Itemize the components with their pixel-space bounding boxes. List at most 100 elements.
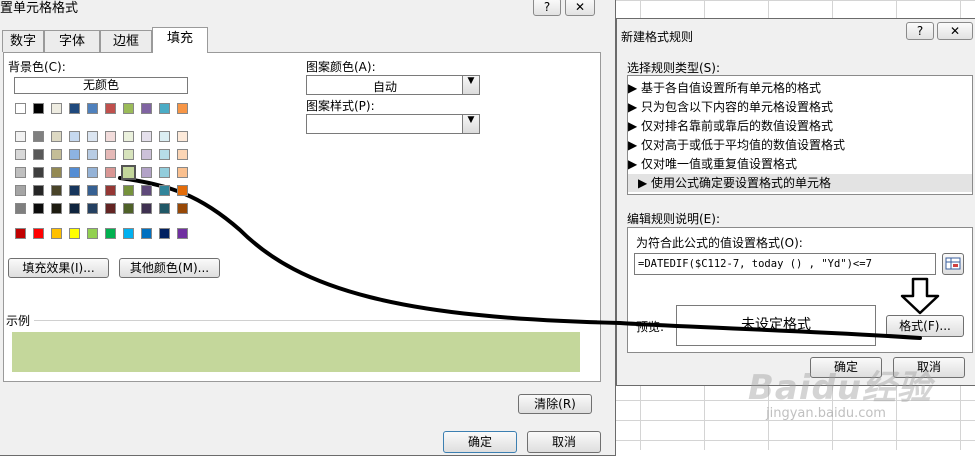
color-swatch[interactable]: [105, 131, 116, 142]
color-swatch-selected[interactable]: [121, 165, 136, 180]
color-swatch[interactable]: [105, 103, 116, 114]
color-swatch[interactable]: [141, 185, 152, 196]
color-swatch[interactable]: [15, 167, 26, 178]
tab-number[interactable]: 数字: [2, 30, 44, 52]
pattern-style-select[interactable]: ▼: [306, 114, 480, 134]
rule-type-item[interactable]: ▶ 只为包含以下内容的单元格设置格式: [628, 98, 958, 116]
color-swatch[interactable]: [33, 131, 44, 142]
color-swatch[interactable]: [159, 103, 170, 114]
color-swatch[interactable]: [105, 149, 116, 160]
color-swatch[interactable]: [51, 228, 62, 239]
color-swatch[interactable]: [69, 203, 80, 214]
color-swatch[interactable]: [33, 167, 44, 178]
color-swatch[interactable]: [105, 203, 116, 214]
color-swatch[interactable]: [69, 103, 80, 114]
color-swatch[interactable]: [51, 103, 62, 114]
color-swatch[interactable]: [69, 149, 80, 160]
color-swatch[interactable]: [87, 203, 98, 214]
color-swatch[interactable]: [51, 131, 62, 142]
color-swatch[interactable]: [69, 167, 80, 178]
pattern-style-label: 图案样式(P):: [306, 99, 375, 113]
color-swatch[interactable]: [141, 103, 152, 114]
format-button[interactable]: 格式(F)...: [886, 315, 964, 337]
color-swatch[interactable]: [87, 185, 98, 196]
color-swatch[interactable]: [159, 167, 170, 178]
tab-fill[interactable]: 填充: [152, 27, 208, 53]
color-swatch[interactable]: [33, 103, 44, 114]
color-swatch[interactable]: [141, 131, 152, 142]
color-swatch[interactable]: [123, 149, 134, 160]
color-swatch[interactable]: [105, 228, 116, 239]
rule-type-text: 仅对唯一值或重复值设置格式: [641, 157, 798, 171]
color-swatch[interactable]: [87, 131, 98, 142]
color-swatch[interactable]: [177, 203, 188, 214]
rule-type-item[interactable]: ▶ 仅对排名靠前或靠后的数值设置格式: [628, 117, 958, 135]
color-swatch[interactable]: [33, 228, 44, 239]
color-swatch[interactable]: [141, 203, 152, 214]
color-swatch[interactable]: [123, 103, 134, 114]
color-swatch[interactable]: [15, 185, 26, 196]
color-swatch[interactable]: [123, 185, 134, 196]
color-swatch[interactable]: [51, 203, 62, 214]
help-button[interactable]: ?: [906, 22, 934, 40]
color-swatch[interactable]: [141, 149, 152, 160]
color-swatch[interactable]: [141, 228, 152, 239]
color-swatch[interactable]: [87, 149, 98, 160]
color-swatch[interactable]: [177, 103, 188, 114]
rule-type-item[interactable]: ▶ 基于各自值设置所有单元格的格式: [628, 79, 958, 97]
more-colors-button[interactable]: 其他颜色(M)...: [119, 258, 220, 278]
color-swatch[interactable]: [33, 185, 44, 196]
fill-effects-button[interactable]: 填充效果(I)...: [8, 258, 109, 278]
close-button[interactable]: ✕: [565, 0, 595, 16]
color-swatch[interactable]: [159, 203, 170, 214]
color-swatch[interactable]: [33, 203, 44, 214]
color-swatch[interactable]: [177, 167, 188, 178]
color-swatch[interactable]: [177, 228, 188, 239]
help-button[interactable]: ?: [533, 0, 561, 16]
color-swatch[interactable]: [159, 185, 170, 196]
pattern-color-value: 自动: [372, 80, 397, 94]
color-swatch[interactable]: [51, 149, 62, 160]
pattern-color-select[interactable]: 自动 ▼: [306, 75, 480, 95]
range-selector-icon: [945, 257, 961, 270]
color-swatch[interactable]: [69, 131, 80, 142]
tab-border[interactable]: 边框: [100, 30, 152, 52]
color-swatch[interactable]: [15, 131, 26, 142]
rule-type-item-selected[interactable]: ▶ 使用公式确定要设置格式的单元格: [628, 174, 972, 192]
color-swatch[interactable]: [33, 149, 44, 160]
color-swatch[interactable]: [177, 149, 188, 160]
preview-box: 未设定格式: [676, 305, 876, 346]
color-swatch[interactable]: [15, 149, 26, 160]
color-swatch[interactable]: [123, 131, 134, 142]
color-swatch[interactable]: [69, 185, 80, 196]
color-swatch[interactable]: [105, 185, 116, 196]
rule-type-item[interactable]: ▶ 仅对唯一值或重复值设置格式: [628, 155, 958, 173]
formula-input[interactable]: =DATEDIF($C112-7, today () , "Yd")<=7: [634, 253, 936, 275]
watermark-logo: Baidu经验: [748, 368, 933, 408]
color-swatch[interactable]: [15, 228, 26, 239]
color-swatch[interactable]: [69, 228, 80, 239]
color-swatch[interactable]: [177, 185, 188, 196]
close-button[interactable]: ✕: [937, 22, 973, 40]
color-swatch[interactable]: [177, 131, 188, 142]
collapse-range-button[interactable]: [942, 253, 964, 275]
color-swatch[interactable]: [159, 149, 170, 160]
color-swatch[interactable]: [105, 167, 116, 178]
rule-type-item[interactable]: ▶ 仅对高于或低于平均值的数值设置格式: [628, 136, 958, 154]
color-swatch[interactable]: [87, 228, 98, 239]
color-swatch[interactable]: [87, 103, 98, 114]
color-swatch[interactable]: [159, 131, 170, 142]
clear-button[interactable]: 清除(R): [518, 394, 592, 414]
color-swatch[interactable]: [123, 203, 134, 214]
edit-desc-label: 编辑规则说明(E):: [627, 212, 720, 226]
color-swatch[interactable]: [141, 167, 152, 178]
color-swatch[interactable]: [51, 167, 62, 178]
color-swatch[interactable]: [15, 203, 26, 214]
color-swatch[interactable]: [51, 185, 62, 196]
tab-font[interactable]: 字体: [44, 30, 100, 52]
color-swatch[interactable]: [15, 103, 26, 114]
no-color-button[interactable]: 无颜色: [14, 77, 188, 94]
color-swatch[interactable]: [87, 167, 98, 178]
color-swatch[interactable]: [159, 228, 170, 239]
color-swatch[interactable]: [123, 228, 134, 239]
